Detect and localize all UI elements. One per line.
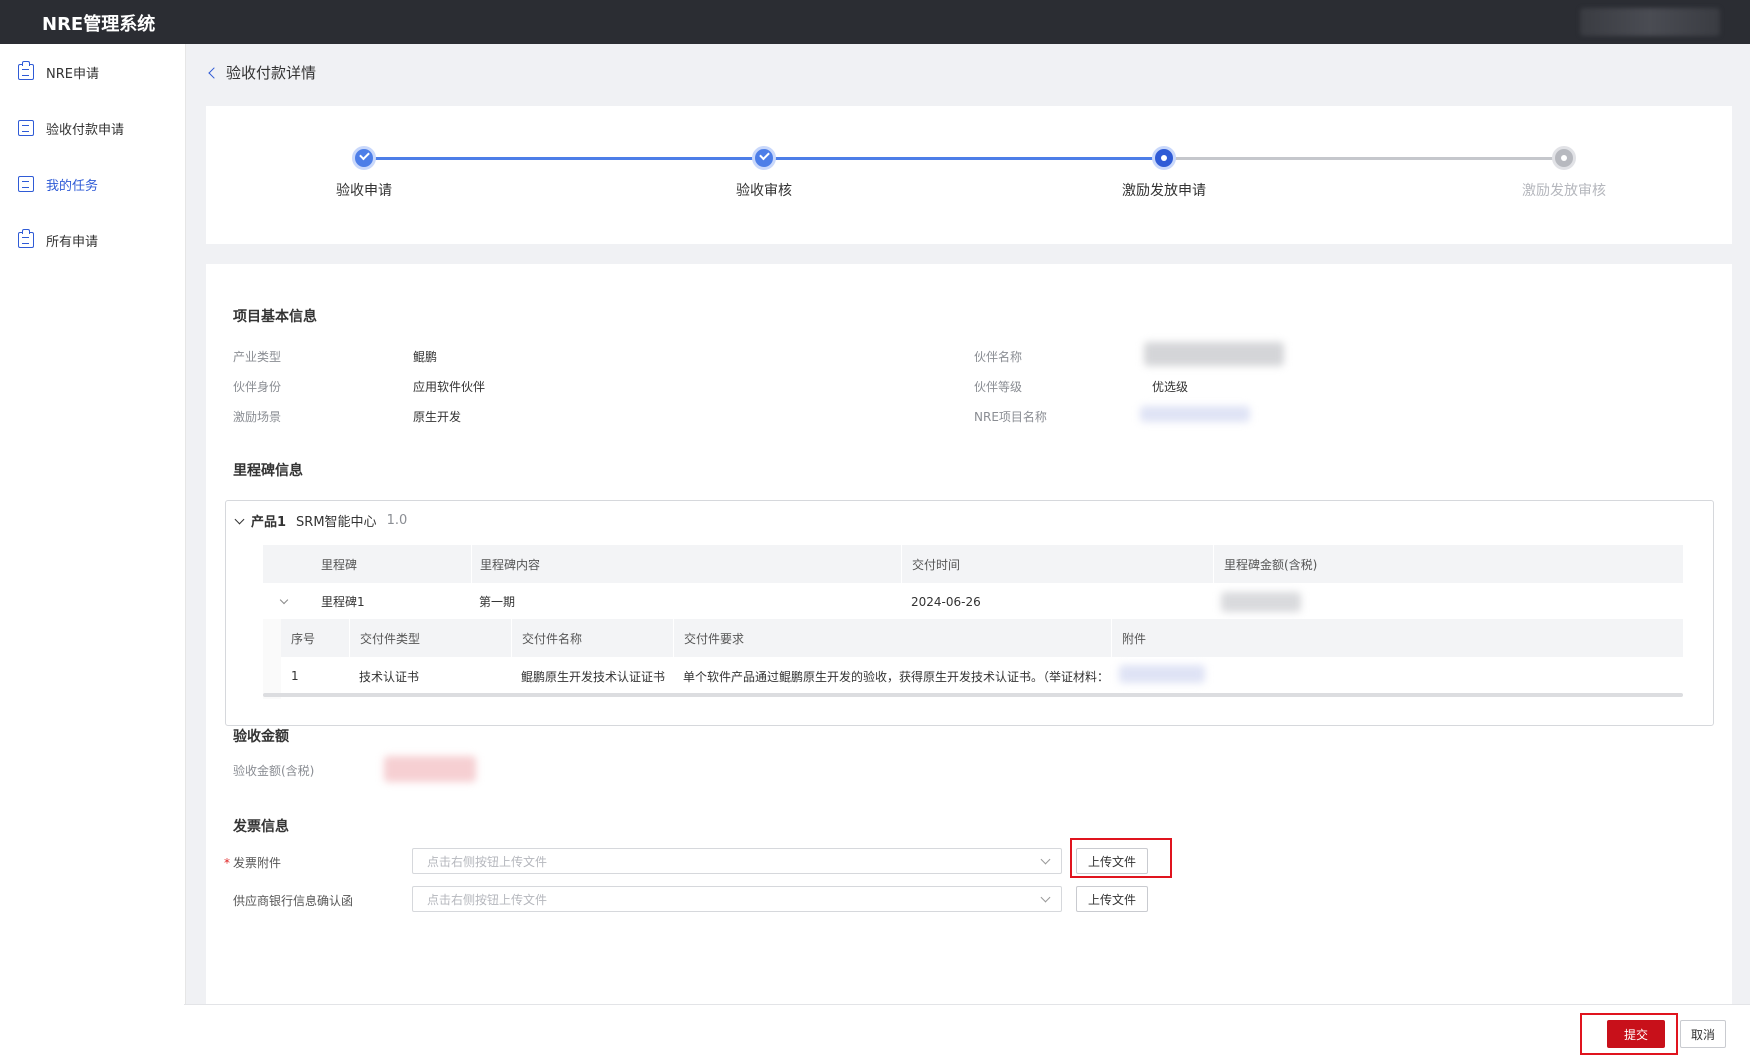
partner-name-label: 伙伴名称 bbox=[974, 350, 1023, 364]
step-connector bbox=[764, 157, 1164, 160]
field-placeholder: 点击右侧按钮上传文件 bbox=[427, 854, 548, 869]
highlight-box bbox=[1580, 1013, 1678, 1055]
sidebar-item-label: 验收付款申请 bbox=[46, 122, 125, 138]
invoice-attachment-label: * 发票附件 bbox=[224, 854, 281, 871]
partner-identity-label: 伙伴身份 bbox=[233, 380, 282, 394]
user-info[interactable] bbox=[1580, 8, 1720, 36]
table-row: 1 技术认证书 鲲鹏原生开发技术认证证书 单个软件产品通过鲲鹏原生开发的验收，获… bbox=[281, 657, 1683, 695]
attachment-link[interactable] bbox=[1119, 665, 1205, 683]
sidebar-item-nre-apply[interactable]: NRE申请 bbox=[0, 52, 186, 92]
incentive-scene-value: 原生开发 bbox=[413, 410, 462, 424]
deliverable-table-header: 序号 交付件类型 交付件名称 交付件要求 附件 bbox=[281, 619, 1683, 657]
partner-name-value bbox=[1144, 342, 1284, 366]
step-check-icon bbox=[352, 146, 376, 170]
column-header: 序号 bbox=[291, 631, 316, 646]
incentive-scene-label: 激励场景 bbox=[233, 410, 282, 424]
clipboard-icon bbox=[18, 61, 34, 80]
sidebar-item-label: 所有申请 bbox=[46, 234, 99, 250]
page-title: 验收付款详情 bbox=[226, 64, 317, 82]
milestone-content: 第一期 bbox=[479, 595, 516, 609]
sidebar-item-acceptance-payment[interactable]: 验收付款申请 bbox=[0, 108, 186, 148]
deliverable-name: 鲲鹏原生开发技术认证证书 bbox=[521, 669, 666, 684]
column-header: 交付件名称 bbox=[511, 619, 582, 657]
section-title-acceptance: 验收金额 bbox=[233, 729, 289, 745]
product-header[interactable]: 产品1 SRM智能中心 1.0 bbox=[234, 511, 408, 530]
list-icon bbox=[18, 120, 34, 136]
required-mark: * bbox=[224, 856, 230, 870]
step-connector bbox=[364, 157, 764, 160]
list-icon bbox=[18, 176, 34, 192]
step-check-icon bbox=[752, 146, 776, 170]
deliverable-requirement: 单个软件产品通过鲲鹏原生开发的验收，获得原生开发技术认证书。（举证材料：鲲... bbox=[683, 669, 1103, 684]
invoice-attachment-field[interactable]: 点击右侧按钮上传文件 bbox=[412, 848, 1062, 874]
footer-bar: 提交 取消 bbox=[184, 1004, 1750, 1064]
partner-identity-value: 应用软件伙伴 bbox=[413, 380, 486, 394]
milestone-table-header: 里程碑 里程碑内容 交付时间 里程碑金额(含税) bbox=[263, 545, 1683, 583]
column-header: 交付件要求 bbox=[673, 619, 744, 657]
partner-level-label: 伙伴等级 bbox=[974, 380, 1023, 394]
section-title-basic-info: 项目基本信息 bbox=[233, 309, 317, 325]
milestone-panel: 产品1 SRM智能中心 1.0 里程碑 里程碑内容 交付时间 里程碑金额(含税)… bbox=[225, 500, 1714, 726]
partner-level-value: 优选级 bbox=[1152, 380, 1189, 394]
product-label: 产品1 bbox=[251, 515, 287, 530]
cancel-button[interactable]: 取消 bbox=[1680, 1020, 1726, 1048]
bank-confirmation-label: 供应商银行信息确认函 bbox=[233, 894, 354, 908]
horizontal-scrollbar[interactable] bbox=[263, 693, 1683, 697]
column-header: 交付时间 bbox=[901, 545, 960, 583]
nested-indent bbox=[263, 619, 281, 699]
milestone-date: 2024-06-26 bbox=[911, 594, 981, 609]
deliverable-type: 技术认证书 bbox=[359, 669, 420, 684]
sidebar-item-label: 我的任务 bbox=[46, 178, 99, 194]
column-header: 附件 bbox=[1111, 619, 1146, 657]
column-header: 里程碑金额(含税) bbox=[1213, 545, 1317, 583]
step-connector bbox=[1164, 157, 1564, 160]
column-header: 里程碑 bbox=[321, 557, 358, 572]
clipboard-icon bbox=[18, 229, 34, 248]
step-label-incentive-review: 激励发放审核 bbox=[1522, 183, 1606, 199]
column-header: 交付件类型 bbox=[349, 619, 420, 657]
step-label-incentive-apply: 激励发放申请 bbox=[1122, 183, 1206, 199]
milestone-name: 里程碑1 bbox=[321, 595, 365, 609]
bank-confirmation-field[interactable]: 点击右侧按钮上传文件 bbox=[412, 886, 1062, 912]
bank-upload-button[interactable]: 上传文件 bbox=[1076, 886, 1148, 912]
app-title: NRE管理系统 bbox=[42, 14, 156, 35]
deliverable-index: 1 bbox=[291, 669, 299, 683]
back-link[interactable]: 验收付款详情 bbox=[208, 62, 317, 83]
chevron-down-icon bbox=[1040, 892, 1051, 903]
table-row[interactable]: 里程碑1 第一期 2024-06-26 bbox=[263, 583, 1683, 621]
sidebar-item-all-applications[interactable]: 所有申请 bbox=[0, 220, 186, 260]
main-content: 验收付款详情 验收申请 验收审核 激励发放申请 激励发放审核 项目基本信息 产业… bbox=[186, 44, 1750, 1064]
acceptance-amount-label: 验收金额(含税) bbox=[233, 764, 315, 778]
sidebar-item-label: NRE申请 bbox=[46, 66, 99, 82]
detail-card: 项目基本信息 产业类型 鲲鹏 伙伴身份 应用软件伙伴 激励场景 原生开发 伙伴名… bbox=[206, 264, 1732, 1004]
nre-project-label: NRE项目名称 bbox=[974, 410, 1047, 424]
progress-steps: 验收申请 验收审核 激励发放申请 激励发放审核 bbox=[206, 106, 1732, 244]
section-title-invoice: 发票信息 bbox=[233, 819, 289, 835]
chevron-left-icon bbox=[208, 67, 220, 79]
step-current-icon bbox=[1152, 146, 1176, 170]
sidebar-item-my-tasks[interactable]: 我的任务 bbox=[0, 164, 186, 204]
step-label-acceptance-apply: 验收申请 bbox=[336, 183, 392, 199]
step-label-acceptance-review: 验收审核 bbox=[736, 183, 792, 199]
invoice-attachment-label-text: 发票附件 bbox=[233, 856, 282, 870]
field-placeholder: 点击右侧按钮上传文件 bbox=[427, 892, 548, 907]
industry-type-label: 产业类型 bbox=[233, 350, 282, 364]
sidebar: NRE申请 验收付款申请 我的任务 所有申请 bbox=[0, 44, 186, 1064]
highlight-box bbox=[1070, 838, 1172, 878]
acceptance-amount-value bbox=[384, 756, 476, 782]
chevron-down-icon[interactable] bbox=[279, 595, 289, 605]
step-pending-icon bbox=[1552, 146, 1576, 170]
milestone-amount bbox=[1221, 592, 1301, 612]
chevron-down-icon bbox=[234, 514, 245, 524]
product-name: SRM智能中心 bbox=[296, 515, 377, 530]
chevron-down-icon bbox=[1040, 854, 1051, 865]
product-version: 1.0 bbox=[386, 513, 408, 528]
column-header: 里程碑内容 bbox=[471, 545, 540, 583]
top-bar: NRE管理系统 bbox=[0, 0, 1750, 44]
section-title-milestone: 里程碑信息 bbox=[233, 463, 303, 479]
industry-type-value: 鲲鹏 bbox=[413, 350, 438, 364]
nre-project-value bbox=[1140, 406, 1250, 422]
